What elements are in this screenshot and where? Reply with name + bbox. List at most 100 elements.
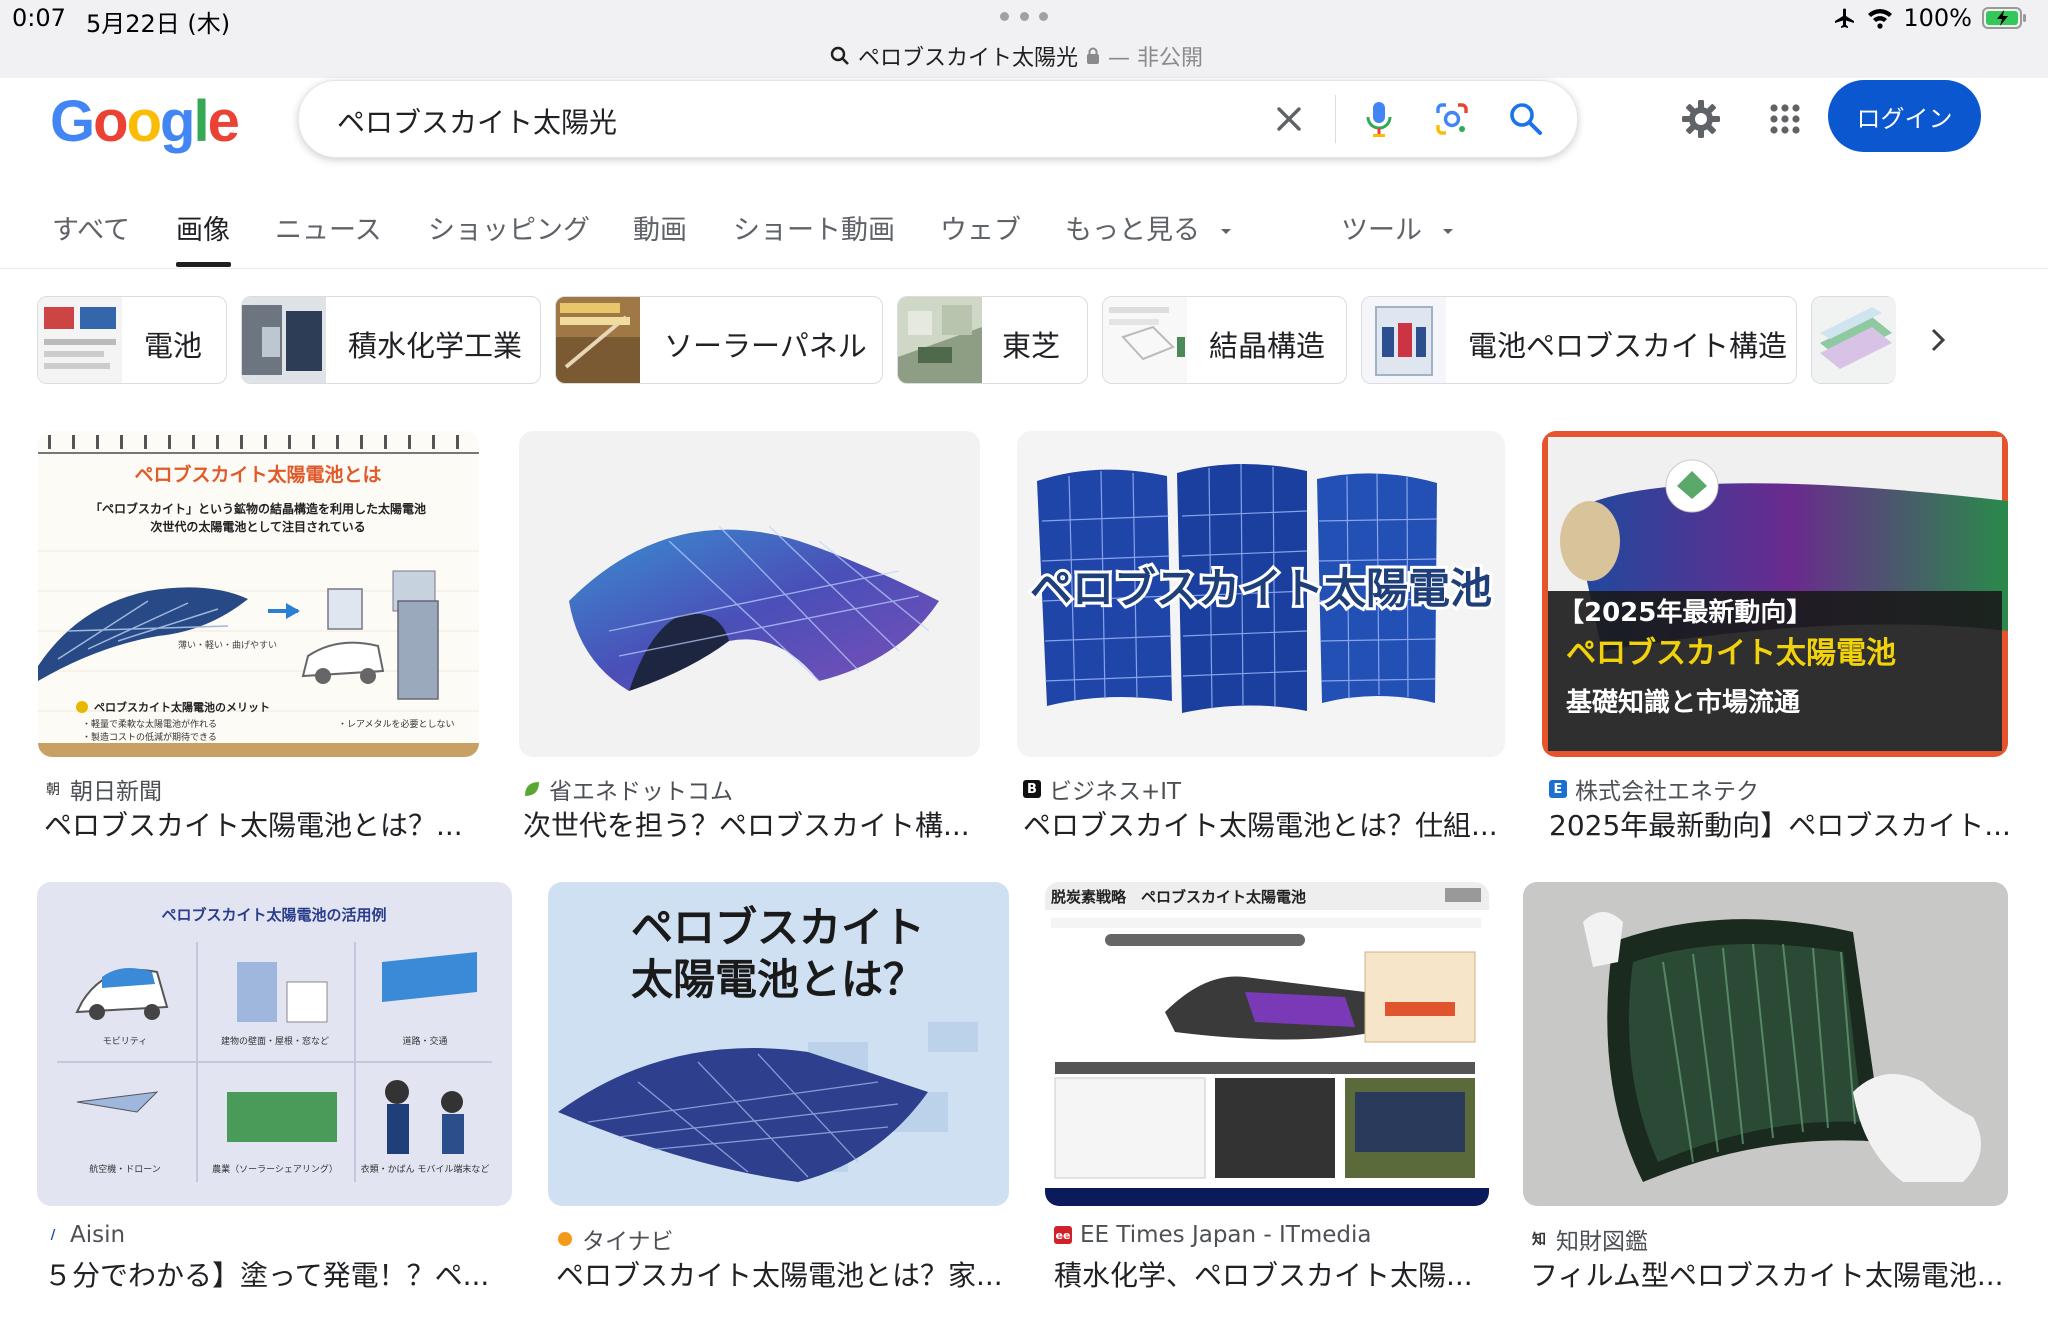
chip-battery[interactable]: 電池	[37, 296, 227, 384]
result-source[interactable]: 朝 朝日新聞	[44, 772, 162, 806]
active-tab-indicator	[176, 262, 231, 267]
result-3-overlay: ペロブスカイト太陽電池	[1030, 564, 1492, 613]
result-title[interactable]: 2025年最新動向】ペロブスカイト...	[1549, 804, 2011, 844]
google-logo[interactable]: Google	[50, 88, 240, 155]
result-source[interactable]: タイナビ	[556, 1222, 674, 1256]
tab-all[interactable]: すべて	[52, 208, 130, 247]
result-source[interactable]: ee EE Times Japan - ITmedia	[1054, 1222, 1372, 1248]
result-5-label-1: モビリティ	[103, 1036, 147, 1047]
result-image-tainavi[interactable]: ペロブスカイト 太陽電池とは？	[548, 882, 1009, 1206]
result-4-line1: 【2025年最新動向】	[1558, 597, 1812, 628]
result-title[interactable]: ペロブスカイト太陽電池とは？家...	[556, 1254, 1003, 1294]
lock-icon	[1087, 47, 1100, 64]
airplane-icon	[1835, 8, 1855, 28]
result-1-merit: ペロブスカイト太陽電池のメリット	[94, 700, 270, 714]
login-button[interactable]: ログイン	[1828, 80, 1981, 152]
chip-label: 結晶構造	[1209, 329, 1326, 363]
google-header: Google ペロブスカイト太陽光 ログイン すべて 画像 ニュース ショッピン…	[0, 78, 2048, 268]
result-source[interactable]: 省エネドットコム	[523, 772, 733, 806]
clear-icon[interactable]	[1267, 97, 1311, 141]
chip-crystal-structure[interactable]: 結晶構造	[1102, 296, 1347, 384]
tab-web[interactable]: ウェブ	[940, 208, 1021, 247]
result-image-aisin[interactable]: ペロブスカイト太陽電池の活用例 モビリティ 建物の壁面・屋根・窓など 道路・交通…	[37, 882, 512, 1206]
tainavi-favicon-icon	[556, 1230, 574, 1248]
result-thumbnail: ペロブスカイト太陽電池とは 「ペロブスカイト」という鉱物の結晶構造を利用した太陽…	[38, 431, 479, 757]
result-1-merit2: ・レアメタルを必要としない	[338, 718, 455, 730]
result-source-label: 省エネドットコム	[549, 779, 733, 805]
result-title[interactable]: 積水化学、ペロブスカイト太陽...	[1054, 1254, 1473, 1294]
result-title[interactable]: 次世代を担う？ペロブスカイト構...	[523, 804, 970, 844]
result-thumbnail: 【2025年最新動向】 ペロブスカイト太陽電池 基礎知識と市場流通	[1542, 431, 2008, 757]
status-bar: 0:07 5月22日 (木) ペロブスカイト太陽光 — 非公開 100%	[0, 0, 2048, 78]
result-thumbnail: 脱炭素戦略 ペロブスカイト太陽電池	[1045, 882, 1489, 1206]
settings-icon[interactable]	[1676, 94, 1726, 144]
lens-icon[interactable]	[1430, 97, 1474, 141]
result-source[interactable]: E 株式会社エネテク	[1549, 772, 1759, 806]
url-text: ペロブスカイト太陽光	[858, 46, 1079, 71]
result-source-label: 知財図鑑	[1556, 1229, 1648, 1255]
result-image-shoene[interactable]	[519, 431, 980, 757]
result-source[interactable]: / Aisin	[44, 1222, 125, 1248]
chip-label: ソーラーパネル	[664, 329, 867, 363]
result-thumbnail	[1523, 882, 2008, 1206]
chip-thumbnail	[1362, 297, 1446, 383]
chevron-right-icon[interactable]	[1918, 320, 1958, 360]
chip-more-partial[interactable]	[1811, 296, 1896, 384]
result-title[interactable]: ５分でわかる】塗って発電！？ペ...	[44, 1254, 489, 1294]
result-source-label: タイナビ	[582, 1229, 674, 1255]
chip-label: 電池	[144, 329, 203, 363]
result-image-asahi[interactable]: ペロブスカイト太陽電池とは 「ペロブスカイト」という鉱物の結晶構造を利用した太陽…	[38, 431, 479, 757]
result-source-label: 株式会社エネテク	[1575, 779, 1759, 805]
chip-thumbnail	[1103, 297, 1187, 383]
mic-icon[interactable]	[1357, 97, 1401, 141]
tab-short-videos[interactable]: ショート動画	[733, 208, 895, 247]
result-image-sbbit[interactable]: ペロブスカイト太陽電池	[1017, 431, 1505, 757]
result-source[interactable]: B ビジネス+IT	[1023, 772, 1181, 806]
result-thumbnail: ペロブスカイト 太陽電池とは？	[548, 882, 1009, 1206]
search-submit-icon[interactable]	[1504, 97, 1548, 141]
url-bar[interactable]: ペロブスカイト太陽光 — 非公開	[830, 40, 1203, 72]
chizai-favicon-icon: 知	[1530, 1230, 1548, 1248]
result-title[interactable]: フィルム型ペロブスカイト太陽電池...	[1530, 1254, 2004, 1294]
result-image-chizai-zukan[interactable]	[1523, 882, 2008, 1206]
search-input[interactable]: ペロブスカイト太陽光	[337, 101, 617, 141]
chip-solar-panel[interactable]: ソーラーパネル	[555, 296, 883, 384]
search-icon	[830, 46, 849, 65]
eetimes-favicon-icon: ee	[1054, 1226, 1072, 1244]
tabs-divider	[0, 268, 2048, 269]
search-box[interactable]: ペロブスカイト太陽光	[298, 80, 1578, 158]
status-date: 5月22日 (木)	[86, 10, 231, 38]
result-image-eetimes[interactable]: 脱炭素戦略 ペロブスカイト太陽電池	[1045, 882, 1489, 1206]
chip-toshiba[interactable]: 東芝	[897, 296, 1088, 384]
result-title[interactable]: ペロブスカイト太陽電池とは？仕組...	[1023, 804, 1498, 844]
result-image-enetech[interactable]: 【2025年最新動向】 ペロブスカイト太陽電池 基礎知識と市場流通	[1542, 431, 2008, 757]
tab-videos[interactable]: 動画	[633, 208, 687, 247]
result-4-line2: ペロブスカイト太陽電池	[1566, 636, 1896, 671]
result-title[interactable]: ペロブスカイト太陽電池とは？...	[44, 804, 463, 844]
result-thumbnail: ペロブスカイト太陽電池	[1017, 431, 1505, 757]
chip-thumbnail	[242, 297, 326, 383]
result-4-line3: 基礎知識と市場流通	[1566, 687, 1800, 718]
tab-images[interactable]: 画像	[176, 208, 230, 247]
result-source[interactable]: 知 知財図鑑	[1530, 1222, 1648, 1256]
tab-tools-label: ツール	[1341, 215, 1422, 246]
result-source-label: Aisin	[70, 1222, 126, 1248]
result-thumbnail: ペロブスカイト太陽電池の活用例 モビリティ 建物の壁面・屋根・窓など 道路・交通…	[37, 882, 512, 1206]
result-5-label-6: 衣類・かばん モバイル端末など	[361, 1163, 490, 1175]
result-5-label-5: 農業（ソーラーシェアリング）	[212, 1163, 338, 1175]
tab-shopping[interactable]: ショッピング	[428, 208, 590, 247]
tab-tools[interactable]: ツール	[1341, 208, 1455, 247]
chip-sekisui[interactable]: 積水化学工業	[241, 296, 541, 384]
result-source-label: ビジネス+IT	[1049, 779, 1182, 805]
apps-icon[interactable]	[1760, 94, 1810, 144]
chip-perovskite-structure[interactable]: 電池ペロブスカイト構造	[1361, 296, 1797, 384]
result-1-merit1: ・軽量で柔軟な太陽電池が作れる	[82, 718, 217, 730]
tab-more[interactable]: もっと見る	[1065, 208, 1233, 247]
result-5-label-2: 建物の壁面・屋根・窓など	[221, 1035, 329, 1047]
multitask-dots-icon[interactable]	[1000, 12, 1048, 22]
chip-label: 積水化学工業	[348, 329, 523, 363]
result-5-heading: ペロブスカイト太陽電池の活用例	[161, 906, 386, 924]
result-6-line2: 太陽電池とは？	[631, 955, 925, 1004]
enetech-favicon-icon: E	[1549, 780, 1567, 798]
tab-news[interactable]: ニュース	[275, 208, 382, 247]
